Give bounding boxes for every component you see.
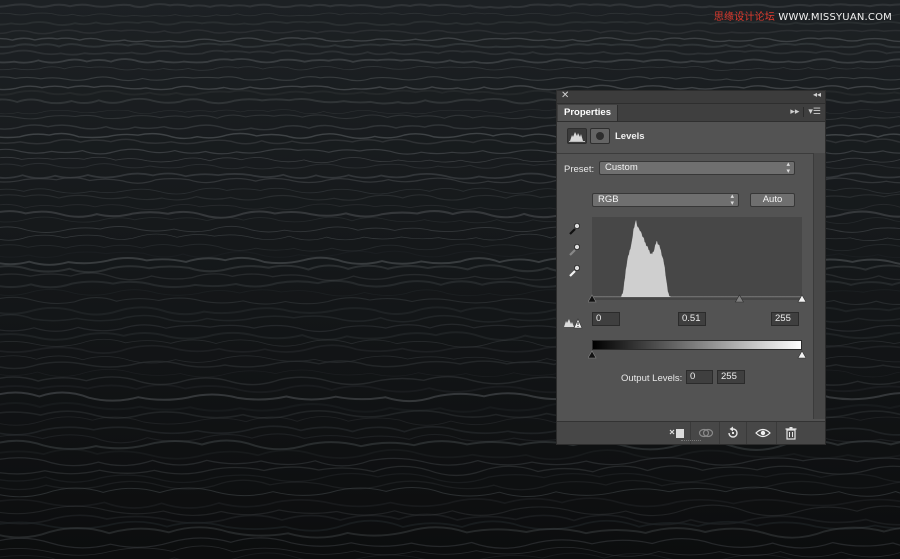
output-white-slider[interactable] (797, 350, 806, 359)
input-black-field[interactable]: 0 (592, 312, 620, 326)
double-chevron-icon[interactable]: ◂◂ (813, 90, 821, 99)
tab-properties[interactable]: Properties (558, 105, 618, 121)
output-black-field[interactable]: 0 (686, 370, 713, 384)
visibility-icon[interactable] (755, 426, 771, 440)
resize-grip[interactable] (681, 440, 701, 443)
watermark-site: WWW.MISSYUAN.COM (778, 12, 892, 23)
close-icon[interactable]: ✕ (561, 90, 569, 101)
expand-icon[interactable]: ▸▸ (790, 106, 799, 116)
input-sliders (588, 294, 806, 303)
levels-histogram (592, 217, 802, 297)
panel-title-strip: ✕ ◂◂ (557, 90, 825, 104)
panel-bottom-bar (557, 421, 825, 444)
black-point-eyedropper-icon[interactable] (567, 222, 581, 236)
view-previous-icon[interactable] (698, 426, 714, 440)
auto-button[interactable]: Auto (750, 193, 795, 207)
preset-label: Preset: (564, 164, 595, 175)
clip-to-layer-icon[interactable] (669, 426, 685, 440)
channel-value: RGB (598, 194, 619, 205)
levels-icon[interactable] (567, 128, 587, 144)
panel-scrollbar[interactable] (813, 153, 825, 419)
preset-select[interactable]: Custom ▴ ▾ (599, 161, 795, 175)
header-divider (557, 153, 813, 154)
preset-value: Custom (605, 162, 638, 173)
adjustment-title: Levels (615, 131, 645, 142)
output-gradient-bar (592, 340, 802, 350)
panel-menu-icon[interactable]: ▾☰ (808, 106, 821, 116)
chevron-updown-icon: ▴ ▾ (730, 193, 734, 207)
output-black-slider[interactable] (588, 350, 597, 359)
properties-panel: ✕ ◂◂ Properties ▸▸ ▾☰ Levels Preset: Cust… (556, 90, 826, 445)
output-levels-label: Output Levels: (621, 373, 683, 384)
clipping-warning-icon[interactable] (563, 316, 583, 330)
panel-tab-bar: Properties ▸▸ ▾☰ (557, 104, 825, 122)
delete-icon[interactable] (783, 426, 799, 440)
input-gamma-field[interactable]: 0.51 (678, 312, 706, 326)
gray-point-eyedropper-icon[interactable] (567, 243, 581, 257)
white-point-eyedropper-icon[interactable] (567, 264, 581, 278)
watermark: 思缘设计论坛 WWW.MISSYUAN.COM (714, 8, 892, 23)
channel-select[interactable]: RGB ▴ ▾ (592, 193, 739, 207)
output-sliders (588, 350, 806, 359)
reset-icon[interactable] (725, 426, 741, 440)
input-white-field[interactable]: 255 (771, 312, 799, 326)
tab-bar-controls: ▸▸ ▾☰ (790, 106, 821, 117)
histogram-shape (592, 220, 802, 297)
output-white-field[interactable]: 255 (717, 370, 745, 384)
layer-mask-icon[interactable] (590, 128, 610, 144)
chevron-updown-icon: ▴ ▾ (786, 161, 790, 175)
watermark-prefix: 思缘设计论坛 (713, 12, 776, 23)
